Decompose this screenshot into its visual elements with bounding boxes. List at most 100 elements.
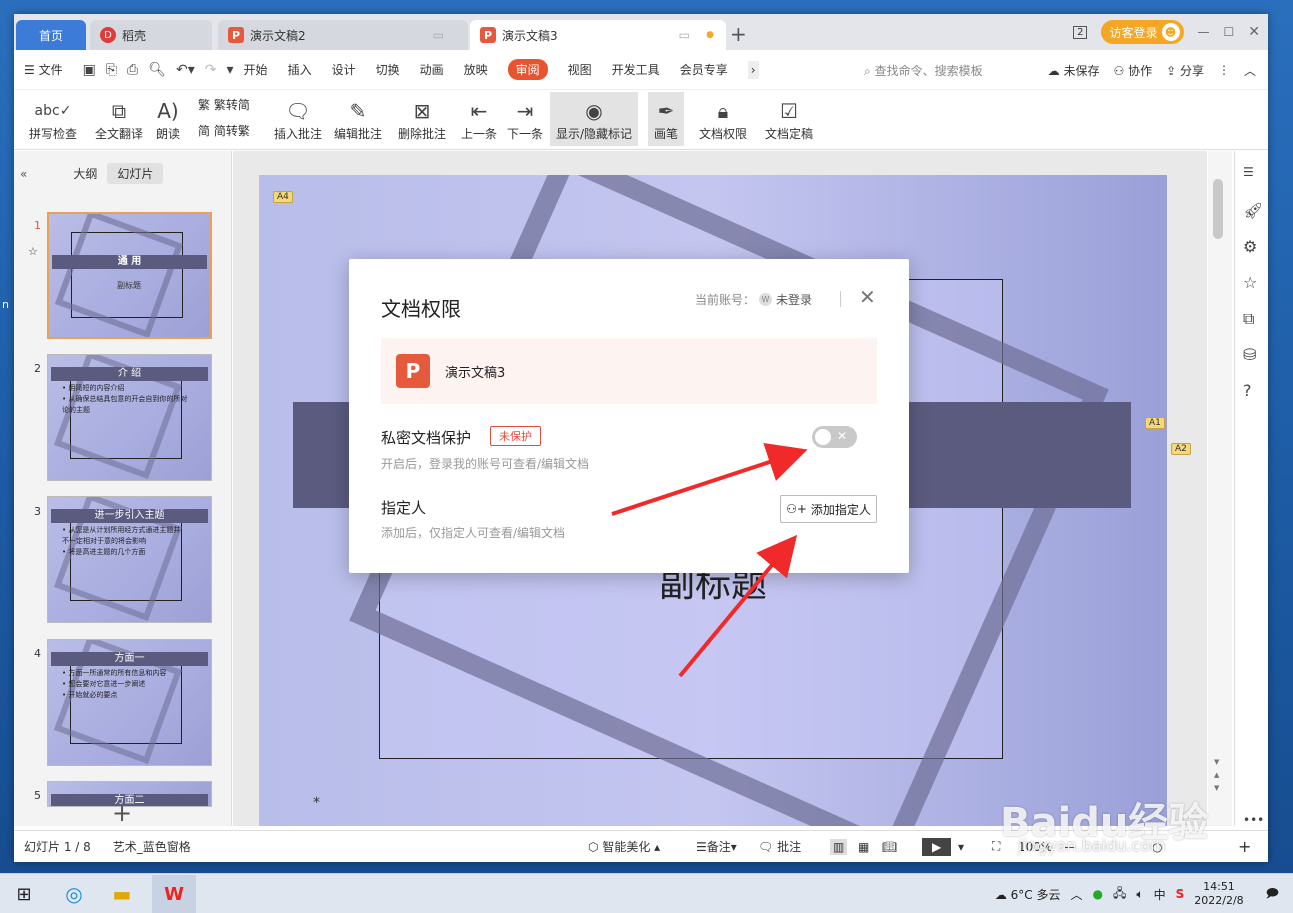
vertical-scrollbar[interactable]: ▼ ▲ ▼ xyxy=(1208,151,1232,826)
scroll-thumb[interactable] xyxy=(1213,179,1223,239)
window-count-badge[interactable]: 2 xyxy=(1073,25,1088,39)
clock[interactable]: 14:51 2022/2/8 xyxy=(1194,880,1243,908)
more-dots-icon[interactable]: ••• xyxy=(1243,813,1264,827)
menu-slideshow[interactable]: 放映 xyxy=(464,61,488,78)
sogou-icon[interactable]: S xyxy=(1176,887,1185,901)
new-tab-button[interactable]: + xyxy=(730,22,747,46)
next-page-icon[interactable]: ▼ xyxy=(1214,784,1219,792)
add-slide-button[interactable]: + xyxy=(112,799,132,827)
search-command[interactable]: ⌕ 查找命令、搜索模板 xyxy=(864,62,983,79)
account-value[interactable]: 未登录 xyxy=(776,291,812,308)
slide-thumb-4[interactable]: 方面一 • 方面一所通常的所有信息和内容 • 您会要对它意进一步阐述 • 开始就必的… xyxy=(47,639,212,766)
export-icon[interactable]: ⎘ xyxy=(106,62,117,78)
zoom-in-icon[interactable]: + xyxy=(1238,837,1251,856)
tab-outline[interactable]: 大纲 xyxy=(63,163,107,184)
delete-comment-button[interactable]: ⊠ 删除批注 xyxy=(390,92,454,146)
ime-indicator[interactable]: 中 xyxy=(1154,886,1166,903)
menu-devtools[interactable]: 开发工具 xyxy=(612,61,660,78)
trad-to-simp-button[interactable]: 繁 繁转简 xyxy=(198,96,250,113)
share-button[interactable]: ⇪ 分享 xyxy=(1166,62,1204,79)
menu-more-arrow[interactable]: › xyxy=(747,60,759,79)
menu-review[interactable]: 审阅 xyxy=(507,59,548,80)
add-assignee-button[interactable]: ⚇+ 添加指定人 xyxy=(780,495,877,523)
tab-doc2[interactable]: P 演示文稿2 ▭ xyxy=(218,20,468,50)
tray-expand-icon[interactable]: ︿ xyxy=(1071,886,1083,903)
network-icon[interactable]: 🖧︎ xyxy=(1113,884,1126,905)
translate-button[interactable]: ⧉ 全文翻译 xyxy=(92,92,146,146)
normal-view-icon[interactable]: ▥ xyxy=(830,838,848,855)
more-quick-icon[interactable]: ▾ xyxy=(227,62,234,78)
menu-start[interactable]: 开始 xyxy=(244,61,268,78)
dialog-close-button[interactable]: ✕ xyxy=(859,285,876,309)
beautify-button[interactable]: ⬡ 智能美化 ▴ xyxy=(588,838,660,855)
save-icon[interactable]: ▣ xyxy=(83,62,96,78)
edit-comment-button[interactable]: ✎ 编辑批注 xyxy=(330,92,386,146)
close-button[interactable]: ✕ xyxy=(1248,24,1260,40)
transition-icon[interactable]: ⧉ xyxy=(1243,309,1254,329)
pen-button[interactable]: ✒ 画笔 xyxy=(648,92,684,146)
spell-check-button[interactable]: abc✓ 拼写检查 xyxy=(22,92,84,146)
settings-slider-icon[interactable]: ⚙ xyxy=(1243,237,1257,256)
file-menu[interactable]: ☰ 文件 xyxy=(24,61,63,78)
menu-lines-icon[interactable]: ☰ xyxy=(1243,165,1254,179)
menu-design[interactable]: 设计 xyxy=(332,61,356,78)
private-protection-toggle[interactable]: ✕ xyxy=(812,426,857,448)
menu-view[interactable]: 视图 xyxy=(568,61,592,78)
collapse-panel-icon[interactable]: « xyxy=(20,167,27,181)
slide-thumb-1[interactable]: 通 用 副标题 xyxy=(47,212,212,339)
menu-animation[interactable]: 动画 xyxy=(420,61,444,78)
preview-icon[interactable]: 🔍︎ xyxy=(148,62,166,78)
weather-widget[interactable]: ☁ 6°C 多云 xyxy=(995,886,1061,903)
next-comment-button[interactable]: ⇥ 下一条 xyxy=(504,92,546,146)
doc-permission-button[interactable]: 🔒︎ 文档权限 xyxy=(696,92,750,146)
comment-toggle-button[interactable]: 🗨︎ 批注 xyxy=(758,838,801,855)
play-button[interactable]: ▶ xyxy=(922,837,952,856)
menu-transition[interactable]: 切换 xyxy=(376,61,400,78)
menu-member[interactable]: 会员专享 xyxy=(680,61,728,78)
explorer-button[interactable]: ▬ xyxy=(108,880,136,908)
backup-icon[interactable]: ⛁ xyxy=(1243,345,1256,364)
comment-marker-a1[interactable]: A1 xyxy=(1145,417,1165,429)
tab-doc3[interactable]: P 演示文稿3 ▭ ● xyxy=(470,20,726,50)
redo-icon[interactable]: ↷ xyxy=(205,62,217,78)
rocket-icon[interactable]: 🚀︎ xyxy=(1243,201,1263,220)
tray-app-icon[interactable]: ● xyxy=(1093,887,1103,901)
volume-icon[interactable]: 🔈︎ xyxy=(1136,887,1143,902)
show-hide-markup-button[interactable]: ◉ 显示/隐藏标记 xyxy=(550,92,638,146)
maximize-button[interactable]: ☐ xyxy=(1224,25,1235,39)
collab-button[interactable]: ⚇ 协作 xyxy=(1113,62,1152,79)
comment-marker-a2[interactable]: A2 xyxy=(1171,443,1191,455)
tab-daoke[interactable]: D 稻壳 xyxy=(90,20,212,50)
tab-slides[interactable]: 幻灯片 xyxy=(107,163,164,184)
star-pin-icon[interactable]: ☆ xyxy=(1243,273,1257,292)
insert-comment-button[interactable]: 🗨︎ 插入批注 xyxy=(270,92,326,146)
play-dropdown-icon[interactable]: ▾ xyxy=(958,840,964,854)
undo-icon[interactable]: ↶▾ xyxy=(176,62,195,78)
minimize-button[interactable]: — xyxy=(1198,25,1210,39)
menu-insert[interactable]: 插入 xyxy=(288,61,312,78)
slide-thumb-3[interactable]: 进一步引入主题 • 从您是从计划所用经方式通进主题并 不一定相对于意的将会影响 •… xyxy=(47,496,212,623)
collapse-ribbon-icon[interactable]: ︿ xyxy=(1244,62,1256,79)
notification-icon[interactable]: 🗩︎ xyxy=(1266,884,1279,905)
reading-view-icon[interactable]: 📖︎ xyxy=(882,840,897,854)
simp-to-trad-button[interactable]: 简 简转繁 xyxy=(198,122,250,139)
unsaved-button[interactable]: ☁ 未保存 xyxy=(1048,62,1100,79)
start-button[interactable]: ⊞ xyxy=(10,880,38,908)
wps-taskbar-button[interactable]: W xyxy=(152,875,196,913)
prev-page-icon[interactable]: ▲ xyxy=(1214,771,1219,779)
notes-button[interactable]: ☰备注▾ xyxy=(696,838,737,855)
visitor-login-button[interactable]: 访客登录 ☻ xyxy=(1101,20,1184,44)
prev-comment-button[interactable]: ⇤ 上一条 xyxy=(458,92,500,146)
doc-final-button[interactable]: ☑ 文档定稿 xyxy=(758,92,820,146)
more-options-icon[interactable]: ⋮ xyxy=(1218,63,1230,77)
print-icon[interactable]: ⎙ xyxy=(127,62,138,78)
help-icon[interactable]: ? xyxy=(1243,381,1252,400)
edge-button[interactable]: ◎ xyxy=(60,880,88,908)
comment-marker-a4[interactable]: A4 xyxy=(273,191,293,203)
grid-view-icon[interactable]: ▦ xyxy=(858,840,869,854)
tab-home[interactable]: 首页 xyxy=(16,20,86,50)
slide-thumb-2[interactable]: 介 绍 • 用简短的内容介绍 • 从确保总结具包意的开会自到你的所对 论的主题 xyxy=(47,354,212,481)
theme-name[interactable]: 艺术_蓝色窗格 xyxy=(113,838,191,855)
scroll-down-icon[interactable]: ▼ xyxy=(1214,758,1219,766)
read-aloud-button[interactable]: A) 朗读 xyxy=(150,92,186,146)
